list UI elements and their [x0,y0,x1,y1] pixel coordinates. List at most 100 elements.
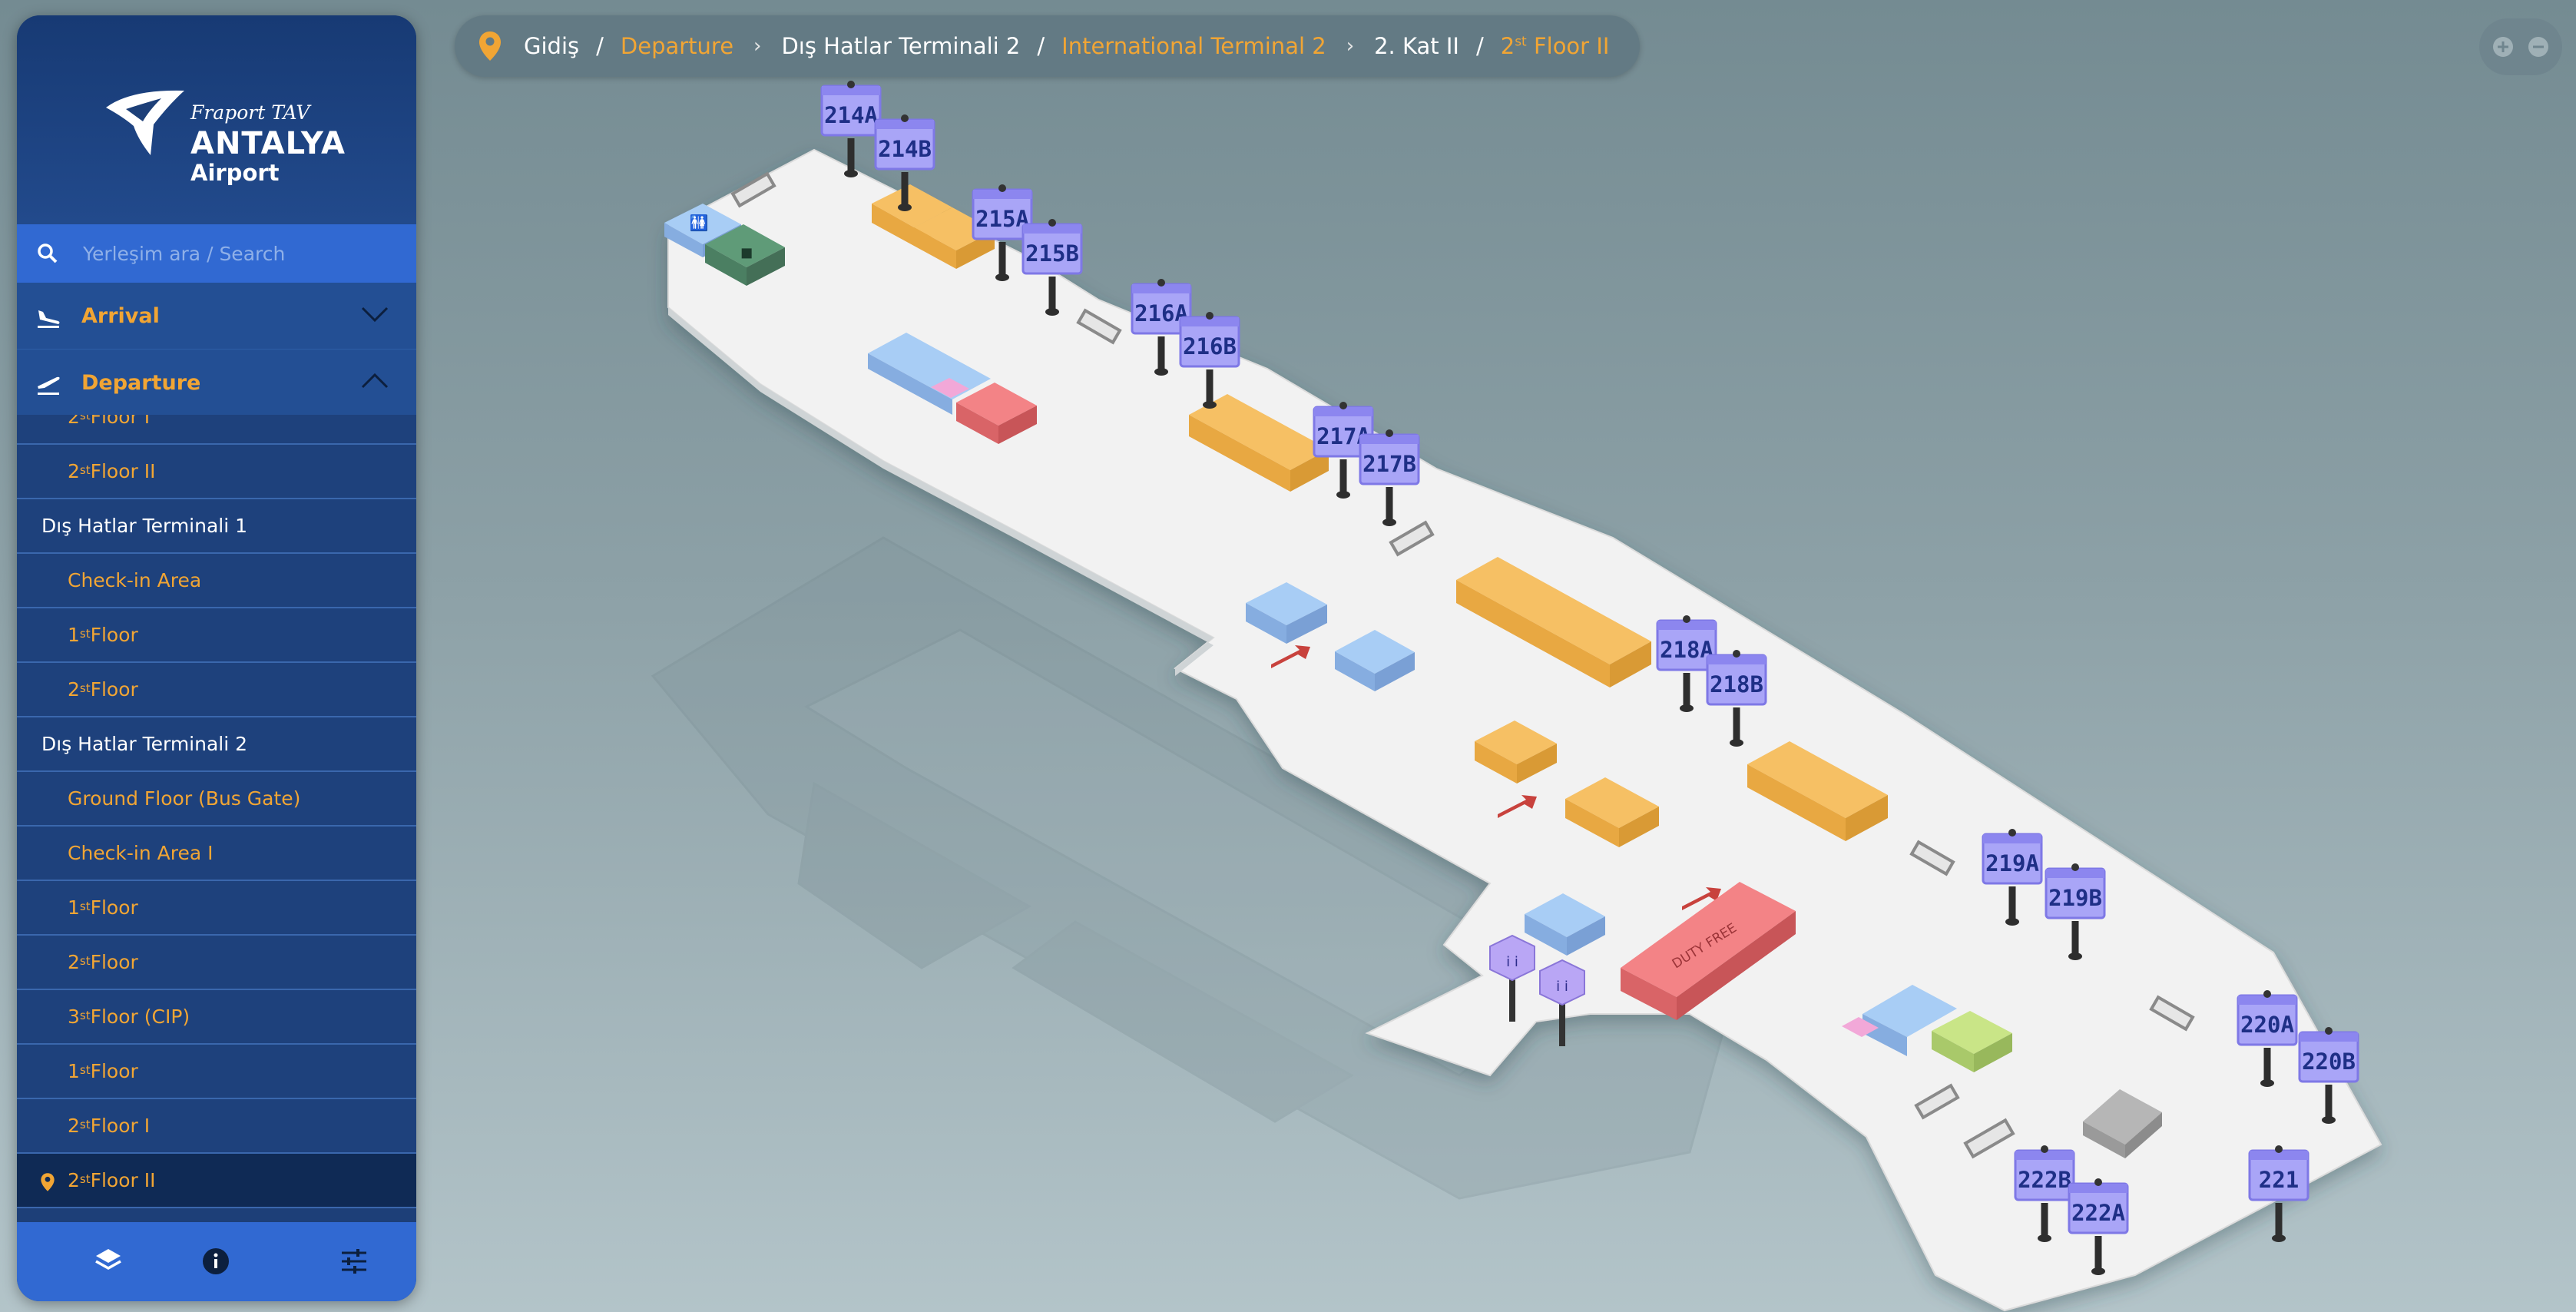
floor-list-item[interactable]: Ground Floor (Bus Gate) [17,772,416,827]
breadcrumb-separator: / [1475,33,1484,59]
sidebar: Fraport TAV ANTALYA Airport Arrival Depa… [17,15,416,1301]
logo-brand: Fraport TAV [190,101,310,124]
breadcrumb-item-0-tr[interactable]: Gidiş [524,33,579,59]
floor-label-sup: st [79,953,91,968]
floor-label-suffix: Floor II [90,1169,156,1191]
svg-text:◼: ◼ [740,243,753,261]
gate-sign-221[interactable]: 221 [2248,1145,2309,1242]
gate-label: 218B [1710,671,1763,697]
gate-label: 221 [2259,1167,2299,1193]
gate-label: 222A [2071,1200,2125,1226]
floor-list-group-header[interactable]: Dış Hatlar Terminali 2 [17,717,416,772]
breadcrumb-item-2-en[interactable]: 2st Floor II [1501,33,1610,59]
svg-text:i i: i i [1506,954,1518,970]
floor-label-sup: st [79,1062,91,1077]
breadcrumb-item-1-en[interactable]: International Terminal 2 [1061,33,1326,59]
floor-label-sup: st [79,415,91,422]
floor-label: Ground Floor (Bus Gate) [68,787,301,810]
gate-label: 214B [878,136,932,162]
floor-label: 2 [68,460,80,482]
accordion-arrival[interactable]: Arrival [17,283,416,350]
floor-list-item-selected[interactable]: 2st Floor II [17,1154,416,1208]
gate-label: 220B [2302,1049,2356,1075]
floor-list-item[interactable]: 2st Floor I [17,1099,416,1154]
floor-label: Check-in Area [68,569,202,591]
location-pin-icon [41,1173,55,1191]
plane-takeoff-icon [38,376,60,395]
floor-label: Dış Hatlar Terminali 1 [41,515,248,537]
floor-label: 2 [68,1169,80,1191]
gate-label: 215B [1025,240,1079,267]
search-input[interactable] [81,241,392,266]
floor-list-group-header[interactable]: Dış Hatlar Terminali 1 [17,499,416,554]
floor-label-suffix: Floor [90,624,138,646]
zoom-controls [2479,18,2562,75]
floor-label-sup: st [79,1117,91,1131]
chevron-up-icon [361,373,389,389]
plane-landing-icon [38,310,60,328]
floor-label: 2 [68,678,80,701]
floor-list-item[interactable]: 3st Floor (CIP) [17,990,416,1045]
zoom-in-icon[interactable] [2492,35,2515,58]
accordion-departure-label: Departure [81,370,201,395]
location-pin-icon [479,31,501,61]
floor-label: Dış Hatlar Terminali 2 [41,733,248,755]
floor-list-item[interactable]: 1st Floor [17,1045,416,1099]
layers-icon[interactable] [94,1247,123,1276]
floor-label-suffix: Floor [90,678,138,701]
gate-label: 219B [2048,885,2102,911]
info-icon[interactable] [201,1247,230,1276]
airport-logo-icon [106,90,184,155]
floor-list-item[interactable]: 1st Floor [17,881,416,936]
gate-label: 217B [1362,451,1416,477]
gate-label: 214A [824,102,878,128]
svg-text:🚻: 🚻 [690,214,709,232]
floor-label: 1 [68,896,80,919]
floor-list-item[interactable]: 1st Floor [17,608,416,663]
floor-label-suffix: Floor (CIP) [90,1006,190,1028]
accordion-departure[interactable]: Departure [17,350,416,416]
breadcrumb-chevron-icon: › [1346,35,1355,58]
floor-list-item[interactable]: Check-in Area I [17,827,416,881]
floor-label-sup: st [79,899,91,913]
breadcrumb-chevron-icon: › [753,35,762,58]
floor-list[interactable]: 2st Floor I 2st Floor II Dış Hatlar Termin… [17,415,416,1237]
floor-label: 2 [68,415,80,428]
breadcrumb-item-0-en[interactable]: Departure [621,33,733,59]
chevron-down-icon [361,306,389,323]
floor-label-suffix: Floor [90,896,138,919]
accordion-arrival-label: Arrival [81,303,160,328]
gate-label: 222B [2018,1167,2071,1193]
floor-label: 1 [68,1060,80,1082]
gate-label: 216B [1183,333,1237,359]
breadcrumb-item-2-en-prefix: 2 [1500,33,1515,59]
logo: Fraport TAV ANTALYA Airport [17,15,416,224]
search-bar[interactable] [17,224,416,283]
search-icon [38,244,58,263]
floor-label-suffix: Floor [90,1060,138,1082]
zoom-out-icon[interactable] [2527,35,2550,58]
breadcrumb-item-1-tr[interactable]: Dış Hatlar Terminali 2 [781,33,1020,59]
floor-list-items: 2st Floor I 2st Floor II Dış Hatlar Termin… [17,415,416,1208]
breadcrumb-item-2-tr[interactable]: 2. Kat II [1374,33,1459,59]
floor-list-item[interactable]: 2st Floor II [17,445,416,499]
floor-list-item[interactable]: 2st Floor [17,936,416,990]
logo-city: ANTALYA [190,126,346,161]
floor-label-sup: st [79,1171,91,1186]
breadcrumb-item-2-en-suffix: Floor II [1526,33,1610,59]
settings-sliders-icon[interactable] [339,1247,369,1276]
svg-text:i i: i i [1556,979,1568,995]
floor-label-sup: st [79,626,91,641]
floor-list-item[interactable]: 2st Floor [17,663,416,717]
floor-label-suffix: Floor I [90,1115,151,1137]
breadcrumb-separator: / [596,33,604,59]
breadcrumb: Gidiş / Departure › Dış Hatlar Terminali… [455,15,1641,77]
floor-label-suffix: Floor II [90,460,156,482]
floor-label: 2 [68,1115,80,1137]
sidebar-footer [17,1222,416,1301]
breadcrumb-item-2-en-sup: st [1515,34,1527,50]
logo-sub: Airport [190,160,280,186]
floor-list-item[interactable]: Check-in Area [17,554,416,608]
floor-list-item[interactable]: 2st Floor I [17,415,416,445]
breadcrumb-separator: / [1037,33,1045,59]
